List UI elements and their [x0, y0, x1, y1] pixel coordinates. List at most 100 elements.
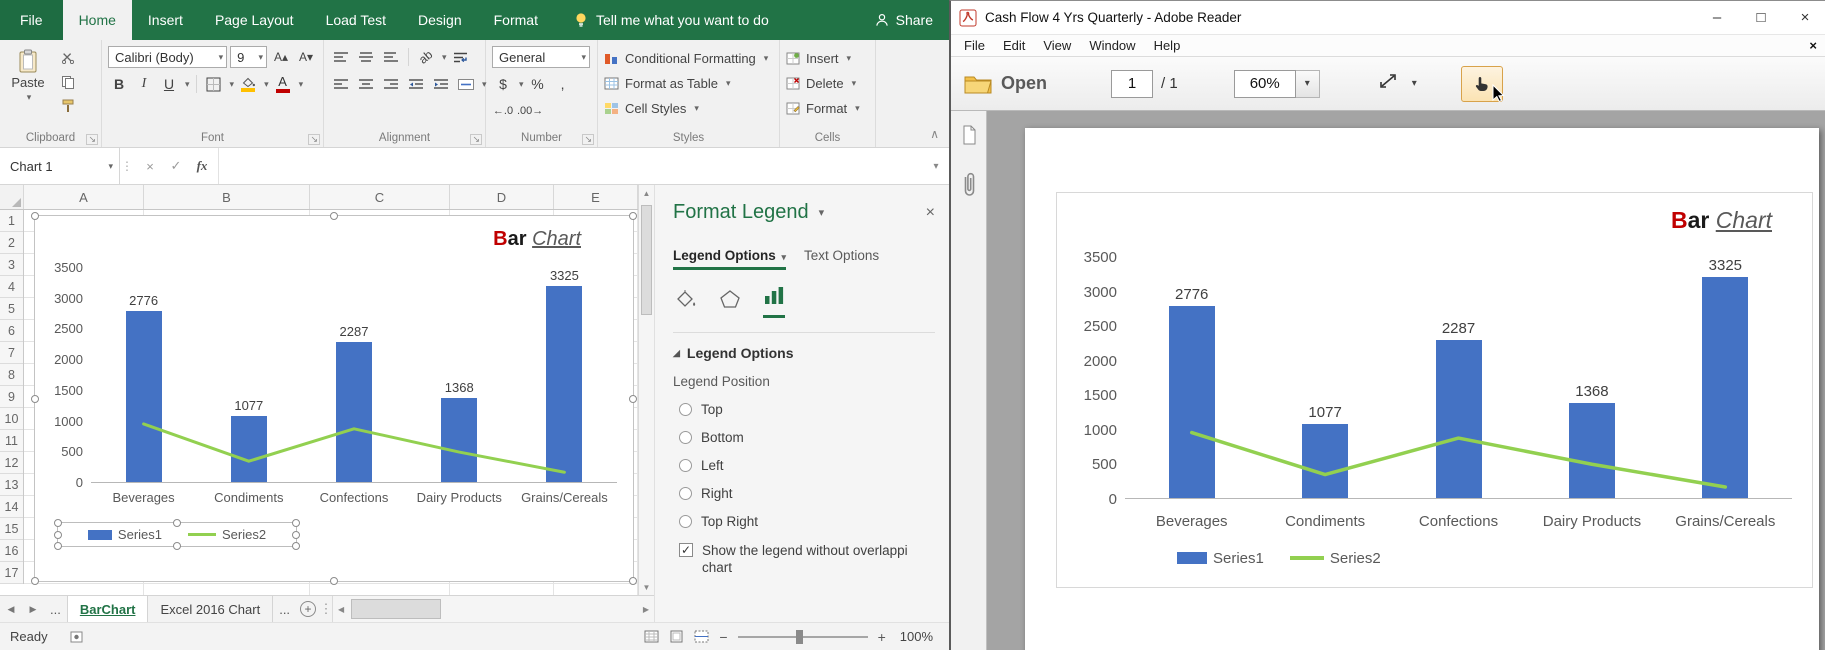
increase-indent-button[interactable]	[430, 73, 452, 95]
scroll-up-arrow[interactable]: ▲	[639, 185, 654, 201]
sheet-tabs-more-left[interactable]: ...	[44, 596, 67, 622]
font-name-combo[interactable]: Calibri (Body)▾	[108, 46, 227, 68]
delete-cells-dropdown[interactable]: ▾	[852, 78, 857, 89]
macro-record-icon[interactable]	[70, 631, 83, 643]
series2-line[interactable]	[1125, 257, 1792, 498]
increase-decimal-button[interactable]: ←.0	[492, 100, 514, 122]
cancel-entry-button[interactable]: ×	[138, 159, 162, 174]
show-legend-no-overlap-option[interactable]: ✓ Show the legend without overlappi char…	[679, 542, 935, 576]
font-size-dropdown[interactable]: ▾	[258, 52, 263, 63]
selection-handle-se[interactable]	[629, 577, 637, 585]
view-normal-button[interactable]	[644, 630, 659, 643]
formula-bar-splitter[interactable]: ⋮	[120, 148, 134, 184]
pane-close-button[interactable]: ×	[926, 204, 935, 222]
orientation-button[interactable]: ab	[415, 46, 437, 68]
pane-title-dropdown[interactable]: ▾	[819, 206, 825, 219]
tab-splitter[interactable]: ⋮	[320, 596, 332, 622]
copy-button[interactable]	[56, 72, 80, 92]
insert-function-button[interactable]: fx	[190, 158, 214, 174]
ribbon-tab-home[interactable]: Home	[63, 0, 132, 40]
format-as-table-dropdown[interactable]: ▾	[726, 78, 731, 89]
column-header-D[interactable]: D	[450, 185, 554, 209]
paste-button[interactable]: Paste ▾	[6, 46, 50, 128]
selection-handle-nw[interactable]	[54, 519, 62, 527]
radio-button[interactable]	[679, 487, 692, 500]
fill-line-icon[interactable]	[673, 289, 697, 318]
scroll-down-arrow[interactable]: ▼	[639, 579, 654, 595]
conditional-formatting-button[interactable]: Conditional Formatting ▾	[604, 46, 773, 71]
selection-handle-n[interactable]	[173, 519, 181, 527]
format-painter-button[interactable]	[56, 96, 80, 116]
legend-item-series1[interactable]: Series1	[88, 527, 162, 542]
selection-handle-sw[interactable]	[31, 577, 39, 585]
vertical-scroll-thumb[interactable]	[641, 205, 652, 315]
maximize-button[interactable]: □	[1751, 9, 1771, 26]
fill-color-dropdown[interactable]: ▾	[264, 79, 269, 90]
decrease-font-button[interactable]: A▾	[295, 46, 317, 68]
align-left-button[interactable]	[330, 73, 352, 95]
ribbon-tab-file[interactable]: File	[0, 0, 63, 40]
column-header-C[interactable]: C	[310, 185, 450, 209]
legend-position-option-top[interactable]: Top	[679, 402, 935, 417]
sheet-tab-barchart[interactable]: BarChart	[67, 596, 149, 622]
cell-styles-dropdown[interactable]: ▾	[694, 103, 699, 114]
radio-button[interactable]	[679, 403, 692, 416]
tell-me-box[interactable]: Tell me what you want to do	[574, 0, 769, 40]
format-cells-dropdown[interactable]: ▾	[855, 103, 860, 114]
legend-position-option-bottom[interactable]: Bottom	[679, 430, 935, 445]
comma-style-button[interactable]: ,	[552, 73, 574, 95]
ribbon-tab-format[interactable]: Format	[478, 0, 554, 40]
excel-chart-object[interactable]: Bar Chart 0500100015002000250030003500 2…	[34, 215, 634, 582]
zoom-percentage[interactable]: 100%	[900, 629, 933, 644]
row-header-4[interactable]: 4	[0, 276, 23, 298]
clipboard-dialog-launcher[interactable]: ↘	[86, 134, 98, 145]
scroll-right-arrow[interactable]: ▶	[638, 605, 654, 614]
menu-view[interactable]: View	[1034, 38, 1080, 53]
legend-position-option-right[interactable]: Right	[679, 486, 935, 501]
row-header-17[interactable]: 17	[0, 562, 23, 584]
borders-button[interactable]	[203, 73, 225, 95]
row-header-16[interactable]: 16	[0, 540, 23, 562]
underline-dropdown[interactable]: ▾	[185, 79, 190, 90]
view-page-break-button[interactable]	[694, 630, 709, 643]
row-header-6[interactable]: 6	[0, 320, 23, 342]
font-color-button[interactable]: A	[272, 73, 294, 95]
document-close-x[interactable]: ×	[1809, 38, 1817, 53]
ribbon-tab-page-layout[interactable]: Page Layout	[199, 0, 310, 40]
formula-input[interactable]	[219, 148, 923, 184]
overlap-checkbox[interactable]: ✓	[679, 543, 693, 557]
insert-cells-button[interactable]: Insert ▾	[786, 46, 869, 71]
new-sheet-button[interactable]: +	[296, 596, 320, 622]
row-header-14[interactable]: 14	[0, 496, 23, 518]
share-button[interactable]: Share	[875, 0, 933, 40]
row-header-13[interactable]: 13	[0, 474, 23, 496]
accounting-dropdown[interactable]: ▾	[519, 79, 524, 90]
zoom-dropdown-button[interactable]: ▾	[1296, 70, 1320, 98]
page-thumbnails-icon[interactable]	[960, 125, 978, 150]
reader-canvas[interactable]: Bar Chart 0500100015002000250030003500 2…	[987, 111, 1825, 650]
selection-handle-sw[interactable]	[54, 542, 62, 550]
percent-style-button[interactable]: %	[527, 73, 549, 95]
horizontal-scroll-thumb[interactable]	[351, 599, 441, 619]
legend-position-option-left[interactable]: Left	[679, 458, 935, 473]
zoom-slider[interactable]	[738, 636, 868, 638]
row-header-15[interactable]: 15	[0, 518, 23, 540]
format-as-table-button[interactable]: Format as Table ▾	[604, 71, 773, 96]
close-button[interactable]: ×	[1795, 9, 1815, 26]
row-header-5[interactable]: 5	[0, 298, 23, 320]
selection-handle-w[interactable]	[31, 395, 39, 403]
selection-handle-ne[interactable]	[292, 519, 300, 527]
selection-handle-s[interactable]	[330, 577, 338, 585]
ribbon-tab-design[interactable]: Design	[402, 0, 478, 40]
decrease-decimal-button[interactable]: .00→	[517, 100, 543, 122]
row-header-12[interactable]: 12	[0, 452, 23, 474]
alignment-dialog-launcher[interactable]: ↘	[470, 134, 482, 145]
legend-item-series2[interactable]: Series2	[188, 527, 266, 542]
number-dialog-launcher[interactable]: ↘	[582, 134, 594, 145]
align-top-button[interactable]	[330, 46, 352, 68]
zoom-level-input[interactable]: 60%	[1234, 70, 1296, 98]
selection-handle-n[interactable]	[330, 212, 338, 220]
merge-center-button[interactable]	[455, 73, 477, 95]
row-header-7[interactable]: 7	[0, 342, 23, 364]
fit-dropdown-button[interactable]: ▾	[1412, 78, 1417, 89]
